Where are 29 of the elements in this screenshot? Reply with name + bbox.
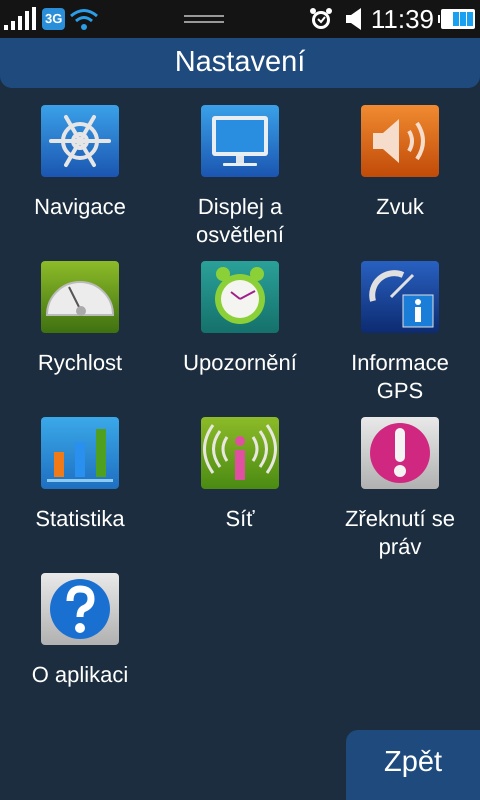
ship-wheel-icon [41, 105, 119, 177]
monitor-icon [201, 105, 279, 177]
settings-item[interactable]: Síť [160, 417, 320, 573]
gauge-icon [41, 261, 119, 333]
alarm-clock-icon [201, 261, 279, 333]
network-type: 3G [42, 8, 66, 30]
settings-item[interactable]: Zřeknutí se práv [320, 417, 480, 573]
speaker-icon [344, 7, 363, 31]
battery-icon [438, 8, 476, 30]
settings-item[interactable]: O aplikaci [0, 573, 160, 729]
bar-chart-icon [41, 417, 119, 489]
settings-item[interactable]: Zvuk [320, 105, 480, 261]
screen-title: Nastavení [174, 45, 306, 80]
exclamation-icon [361, 417, 439, 489]
clock-time: 11:39 [370, 6, 434, 32]
signal-icon [201, 417, 279, 489]
back-button[interactable]: Zpět [346, 730, 480, 800]
wifi-icon [69, 7, 100, 31]
signal-bars-icon [4, 7, 38, 31]
settings-item[interactable]: Navigace [0, 105, 160, 261]
question-icon [41, 573, 119, 645]
settings-item[interactable]: Rychlost [0, 261, 160, 417]
settings-item[interactable]: Displej a osvětlení [160, 105, 320, 261]
drag-handle-icon[interactable] [184, 14, 224, 24]
alarm-clock-icon [308, 7, 333, 31]
speaker-icon [361, 105, 439, 177]
settings-item[interactable]: Statistika [0, 417, 160, 573]
settings-item[interactable]: Upozornění [160, 261, 320, 417]
settings-item[interactable]: Informace GPS [320, 261, 480, 417]
